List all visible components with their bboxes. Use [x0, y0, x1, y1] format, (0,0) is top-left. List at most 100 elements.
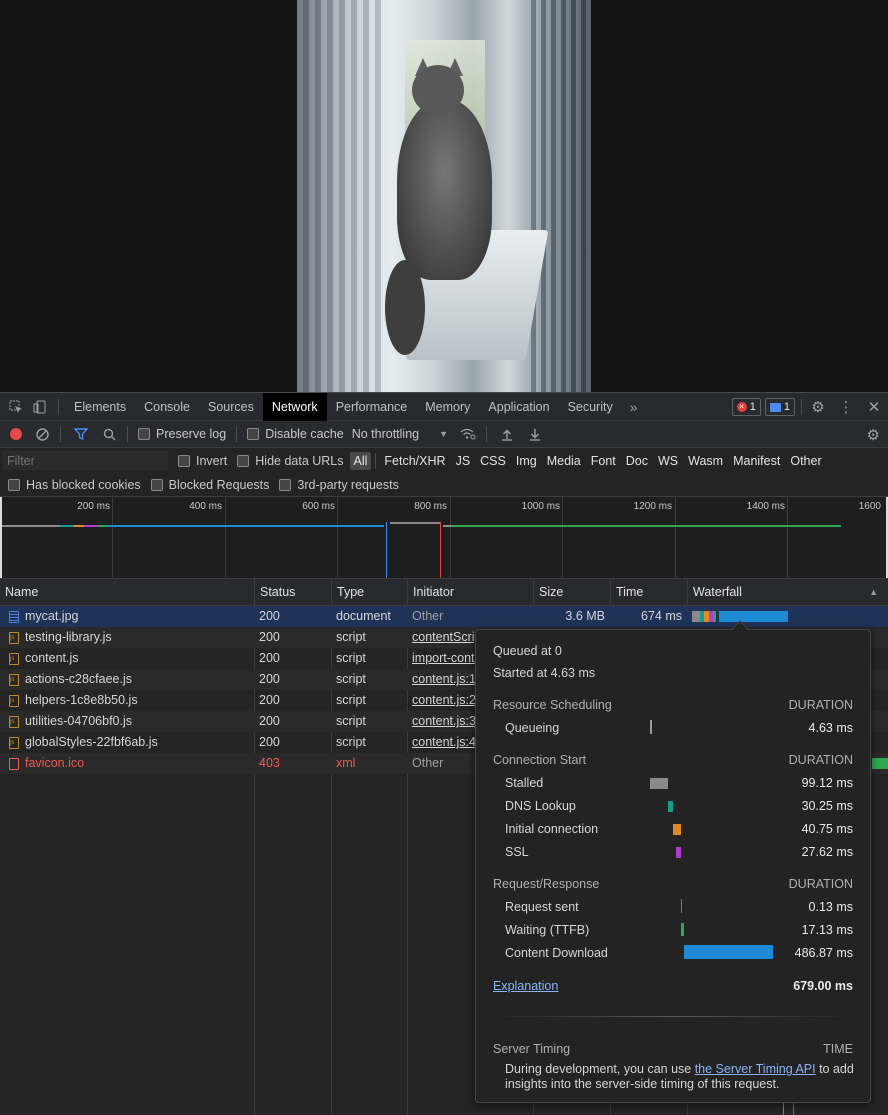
record-icon[interactable] — [10, 428, 22, 440]
waiting-ttfb-label: Waiting (TTFB) — [505, 923, 590, 937]
initial-connection-bar — [673, 824, 681, 835]
script-file-icon — [9, 737, 19, 749]
request-type: script — [336, 630, 366, 644]
blocked-requests-checkbox[interactable] — [150, 478, 163, 491]
filter-type-js[interactable]: JS — [452, 452, 475, 470]
more-options-icon[interactable]: ⋮ — [832, 398, 860, 416]
clear-icon[interactable] — [34, 426, 50, 442]
filter-type-wasm[interactable]: Wasm — [684, 452, 727, 470]
tab-sources[interactable]: Sources — [199, 393, 263, 421]
filter-icon[interactable] — [73, 426, 89, 442]
has-blocked-cookies-label: Has blocked cookies — [26, 477, 141, 492]
overview-tick: 1000 ms — [521, 501, 560, 512]
devtools-tabbar: Elements Console Sources Network Perform… — [0, 392, 888, 421]
queued-at: Queued at 0 — [493, 644, 562, 658]
table-row[interactable]: mycat.jpg 200 document Other 3.6 MB 674 … — [0, 606, 888, 627]
network-overview[interactable]: 200 ms 400 ms 600 ms 800 ms 1000 ms 1200… — [0, 497, 888, 579]
request-name: content.js — [25, 651, 79, 665]
filter-type-ws[interactable]: WS — [654, 452, 682, 470]
column-size[interactable]: Size — [533, 579, 610, 606]
request-status: 200 — [259, 672, 280, 686]
request-initiator-link[interactable]: content.js:2 — [407, 690, 475, 711]
filter-input[interactable] — [2, 451, 168, 470]
inspect-element-icon[interactable] — [8, 399, 24, 415]
tab-elements[interactable]: Elements — [65, 393, 135, 421]
import-har-icon[interactable] — [499, 426, 515, 442]
request-name: utilities-04706bf0.js — [25, 714, 133, 728]
server-timing-api-link[interactable]: the Server Timing API — [695, 1062, 816, 1076]
column-waterfall[interactable]: Waterfall — [687, 579, 888, 606]
hide-data-urls-checkbox[interactable] — [237, 454, 250, 467]
filter-type-doc[interactable]: Doc — [622, 452, 652, 470]
column-time[interactable]: Time — [610, 579, 687, 606]
invert-checkbox[interactable] — [178, 454, 190, 467]
filter-type-css[interactable]: CSS — [476, 452, 510, 470]
request-name: testing-library.js — [25, 630, 112, 644]
server-timing-note: During development, you can use the Serv… — [505, 1062, 855, 1092]
third-party-checkbox[interactable] — [279, 478, 292, 491]
filter-type-fetch-xhr[interactable]: Fetch/XHR — [380, 452, 449, 470]
tab-security[interactable]: Security — [559, 393, 622, 421]
request-initiator-link[interactable]: contentScript — [407, 627, 475, 648]
queueing-label: Queueing — [505, 721, 560, 735]
request-sent-label: Request sent — [505, 900, 579, 914]
duration-label: DURATION — [788, 877, 853, 891]
filter-type-img[interactable]: Img — [512, 452, 541, 470]
request-initiator-link[interactable]: content.js:1 — [407, 669, 475, 690]
sort-ascending-icon[interactable]: ▲ — [869, 579, 878, 606]
network-toolbar: Preserve log Disable cache No throttling… — [0, 421, 888, 448]
export-har-icon[interactable] — [527, 426, 543, 442]
preserve-log-label: Preserve log — [156, 427, 227, 441]
waterfall-stalled-segment — [692, 611, 700, 622]
errors-badge[interactable]: × 1 — [731, 398, 761, 416]
request-initiator-link[interactable]: content.js:4 — [407, 732, 475, 753]
document-file-icon — [9, 611, 19, 623]
request-status: 200 — [259, 651, 280, 665]
overview-tick: 800 ms — [414, 501, 447, 512]
cat-photo — [297, 0, 591, 392]
messages-badge[interactable]: 1 — [764, 398, 795, 416]
request-type: script — [336, 735, 366, 749]
dns-value: 30.25 ms — [801, 799, 853, 813]
script-file-icon — [9, 695, 19, 707]
chevron-down-icon[interactable]: ▼ — [439, 429, 448, 439]
search-icon[interactable] — [101, 426, 117, 442]
explanation-link[interactable]: Explanation — [493, 979, 558, 993]
network-conditions-icon[interactable] — [460, 426, 476, 442]
invert-label: Invert — [196, 453, 228, 468]
stalled-value: 99.12 ms — [801, 776, 853, 790]
request-initiator-link[interactable]: content.js:3 — [407, 711, 475, 732]
column-name[interactable]: Name — [0, 579, 254, 606]
request-initiator-link[interactable]: import-content — [407, 648, 475, 669]
filter-type-media[interactable]: Media — [543, 452, 585, 470]
tab-performance[interactable]: Performance — [327, 393, 417, 421]
column-status[interactable]: Status — [254, 579, 331, 606]
column-initiator[interactable]: Initiator — [407, 579, 533, 606]
request-type: script — [336, 693, 366, 707]
tab-memory[interactable]: Memory — [416, 393, 479, 421]
filter-type-all[interactable]: All — [349, 451, 372, 470]
tab-network[interactable]: Network — [262, 392, 327, 421]
filter-type-manifest[interactable]: Manifest — [729, 452, 784, 470]
has-blocked-cookies-checkbox[interactable] — [8, 478, 20, 491]
duration-label: DURATION — [788, 698, 853, 712]
device-toolbar-icon[interactable] — [32, 399, 48, 415]
network-settings-gear-icon[interactable]: ⚙ — [867, 426, 880, 444]
ssl-label: SSL — [505, 845, 529, 859]
request-type: script — [336, 672, 366, 686]
preserve-log-checkbox[interactable] — [138, 428, 150, 440]
close-devtools-icon[interactable]: ✕ — [860, 398, 888, 416]
filter-type-font[interactable]: Font — [587, 452, 620, 470]
more-tabs-icon[interactable]: » — [630, 399, 638, 415]
column-type[interactable]: Type — [331, 579, 407, 606]
tab-console[interactable]: Console — [135, 393, 199, 421]
tab-application[interactable]: Application — [479, 393, 558, 421]
filter-bar: Invert Hide data URLs All Fetch/XHR JS C… — [0, 448, 888, 473]
ssl-bar — [676, 847, 681, 858]
request-type: document — [336, 609, 391, 623]
throttling-select[interactable]: No throttling — [352, 427, 419, 441]
disable-cache-checkbox[interactable] — [247, 428, 260, 440]
request-status: 200 — [259, 630, 280, 644]
filter-type-other[interactable]: Other — [786, 452, 825, 470]
settings-gear-icon[interactable]: ⚙ — [804, 398, 832, 416]
